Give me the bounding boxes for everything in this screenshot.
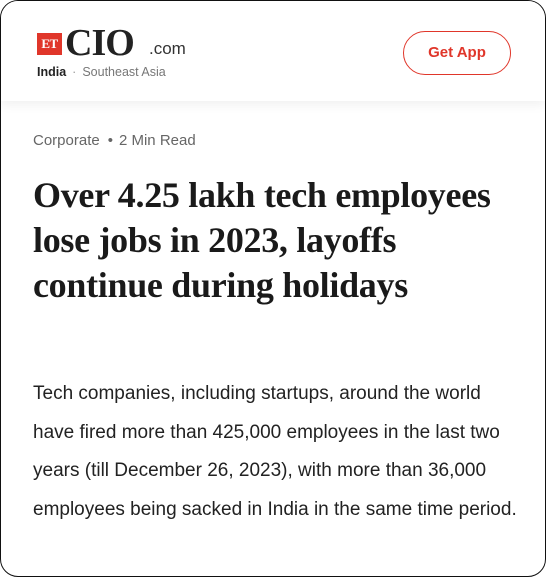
region-southeast-asia[interactable]: Southeast Asia xyxy=(82,65,165,79)
get-app-button[interactable]: Get App xyxy=(403,31,511,75)
region-separator: · xyxy=(72,65,77,79)
article-category[interactable]: Corporate xyxy=(33,132,100,149)
read-time: 2 Min Read xyxy=(118,132,196,149)
site-header: ET CIO .com India · Southeast Asia Get App xyxy=(1,1,545,101)
meta-separator: • xyxy=(107,132,113,149)
region-selector: India · Southeast Asia xyxy=(37,65,166,79)
logo-domain-suffix: .com xyxy=(149,39,186,58)
article-card: ET CIO .com India · Southeast Asia Get App… xyxy=(0,0,546,577)
et-badge: ET xyxy=(37,33,62,55)
article-headline: Over 4.25 lakh tech employees lose jobs … xyxy=(33,175,491,305)
logo-brand-text: CIO xyxy=(65,22,135,64)
article-summary: Tech companies, including startups, arou… xyxy=(33,383,517,520)
article-meta: Corporate • 2 Min Read xyxy=(33,132,196,150)
region-india[interactable]: India xyxy=(37,65,66,79)
